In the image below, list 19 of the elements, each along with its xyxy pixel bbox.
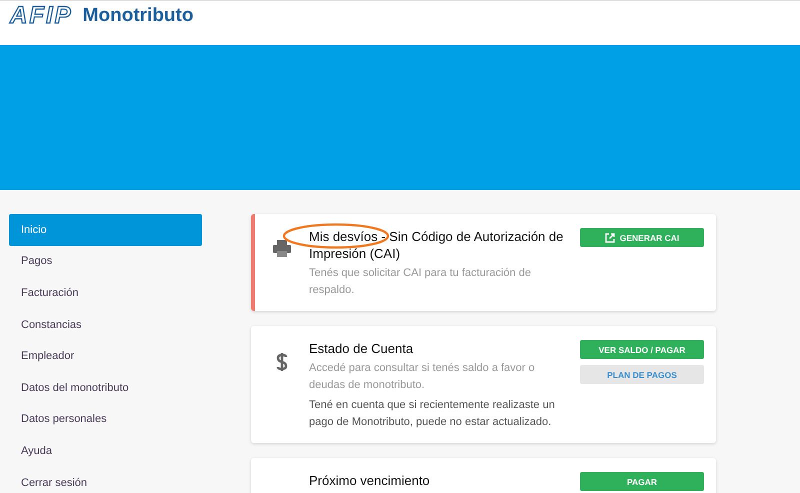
sidebar-item[interactable]: Cerrar sesión [9, 466, 202, 493]
card-description: Tené en cuenta que si recientemente realizaste un pago de Monotributo, puede no estar actualizado. [309, 398, 556, 430]
sidebar-item[interactable]: Facturación [9, 277, 202, 309]
card-description: Tenés que solicitar CAI para tu facturación de respaldo. [309, 266, 532, 298]
dollar-icon [276, 352, 288, 372]
sidebar-item[interactable]: Datos personales [9, 404, 202, 436]
sidebar-item[interactable]: Constancias [9, 308, 202, 340]
logo-text: AFIP [10, 2, 73, 30]
card-description: Accedé para consultar si tenés saldo a favor o deudas de monotributo. [309, 361, 536, 393]
sidebar-item[interactable]: Pagos [9, 246, 202, 278]
printer-icon [273, 240, 291, 257]
sidebar-item[interactable]: Ayuda [9, 435, 202, 467]
sidebar-item[interactable]: Empleador [9, 340, 202, 372]
card-title: Estado de Cuenta [309, 340, 414, 357]
card-title: Mis desvíos - Sin Código de Autorización de Impresión (CAI) [309, 228, 564, 262]
card-title: Próximo vencimiento [309, 472, 431, 489]
external-link-icon [604, 232, 615, 242]
sidebar-item[interactable]: Datos del monotributo [9, 372, 202, 404]
app-title: Monotributo [82, 5, 194, 27]
